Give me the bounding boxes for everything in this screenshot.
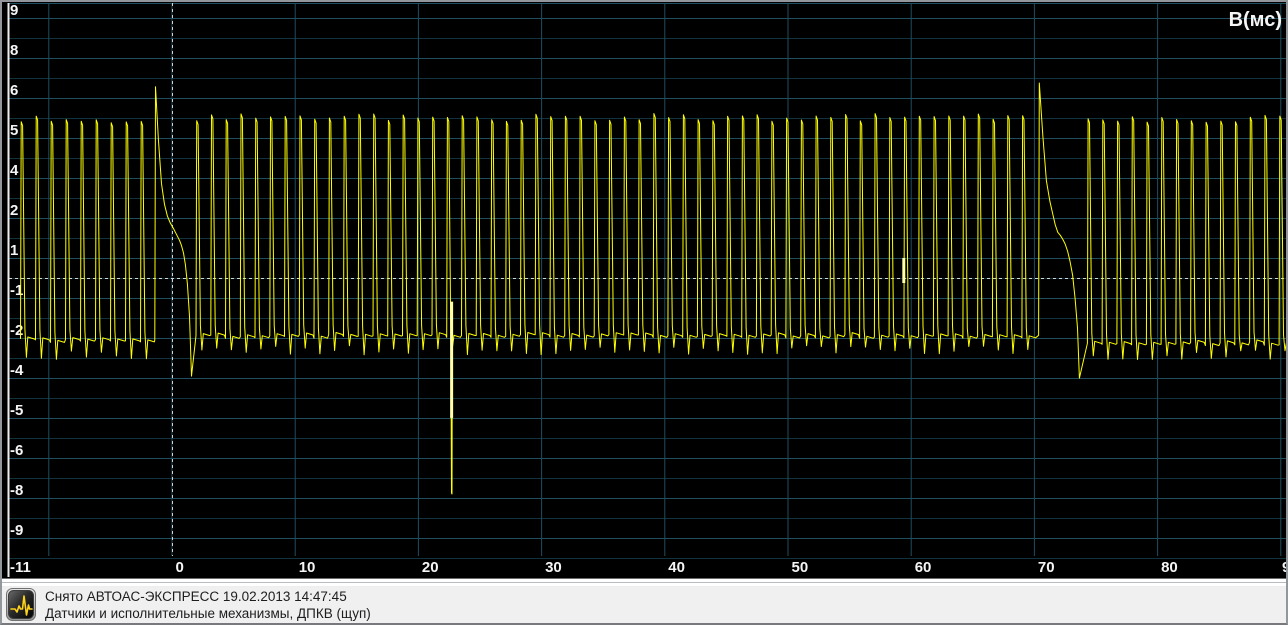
status-line-1: Снято АВТОАС-ЭКСПРЕСС 19.02.2013 14:47:4… (45, 589, 371, 606)
y-tick-label: -2 (10, 322, 23, 339)
x-tick-label: -11 (10, 559, 31, 576)
y-tick-label: 9 (10, 2, 18, 19)
statusbar-separator (0, 578, 1288, 587)
y-tick-label: -1 (10, 282, 23, 299)
axis-unit-label: В(мс) (1229, 9, 1282, 31)
status-bar: Снято АВТОАС-ЭКСПРЕСС 19.02.2013 14:47:4… (0, 587, 1288, 625)
oscilloscope-window: 9 8 6 5 4 2 1 -1 -2 -4 -5 -6 -8 -9 -11 0 10 20 30 40 50 60 70 8… (0, 0, 1288, 625)
y-tick-label: 4 (10, 162, 19, 179)
y-tick-label: 5 (10, 122, 18, 139)
y-tick-label: -9 (10, 522, 23, 539)
oscilloscope-canvas[interactable]: 9 8 6 5 4 2 1 -1 -2 -4 -5 -6 -8 -9 -11 0 10 20 30 40 50 60 70 8… (0, 0, 1288, 578)
y-tick-label: -5 (10, 402, 23, 419)
status-line-2: Датчики и исполнительные механизмы, ДПКВ… (45, 606, 371, 623)
y-tick-label: -8 (10, 482, 23, 499)
x-tick-label: 70 (1038, 559, 1055, 576)
y-tick-label: 2 (10, 202, 18, 219)
x-tick-label: 80 (1161, 559, 1178, 576)
y-tick-label: 6 (10, 82, 18, 99)
x-tick-label: 20 (422, 559, 439, 576)
x-tick-label: 30 (545, 559, 562, 576)
x-tick-label: 60 (915, 559, 932, 576)
y-tick-label: 1 (10, 242, 18, 259)
x-tick-label: 40 (668, 559, 685, 576)
y-tick-label: 8 (10, 42, 18, 59)
y-tick-label: -6 (10, 442, 23, 459)
y-tick-label: -4 (10, 362, 24, 379)
oscilloscope-pulse-icon[interactable] (6, 588, 36, 621)
x-tick-label: 10 (299, 559, 316, 576)
x-tick-label: 50 (792, 559, 809, 576)
x-tick-label: 0 (176, 559, 184, 576)
